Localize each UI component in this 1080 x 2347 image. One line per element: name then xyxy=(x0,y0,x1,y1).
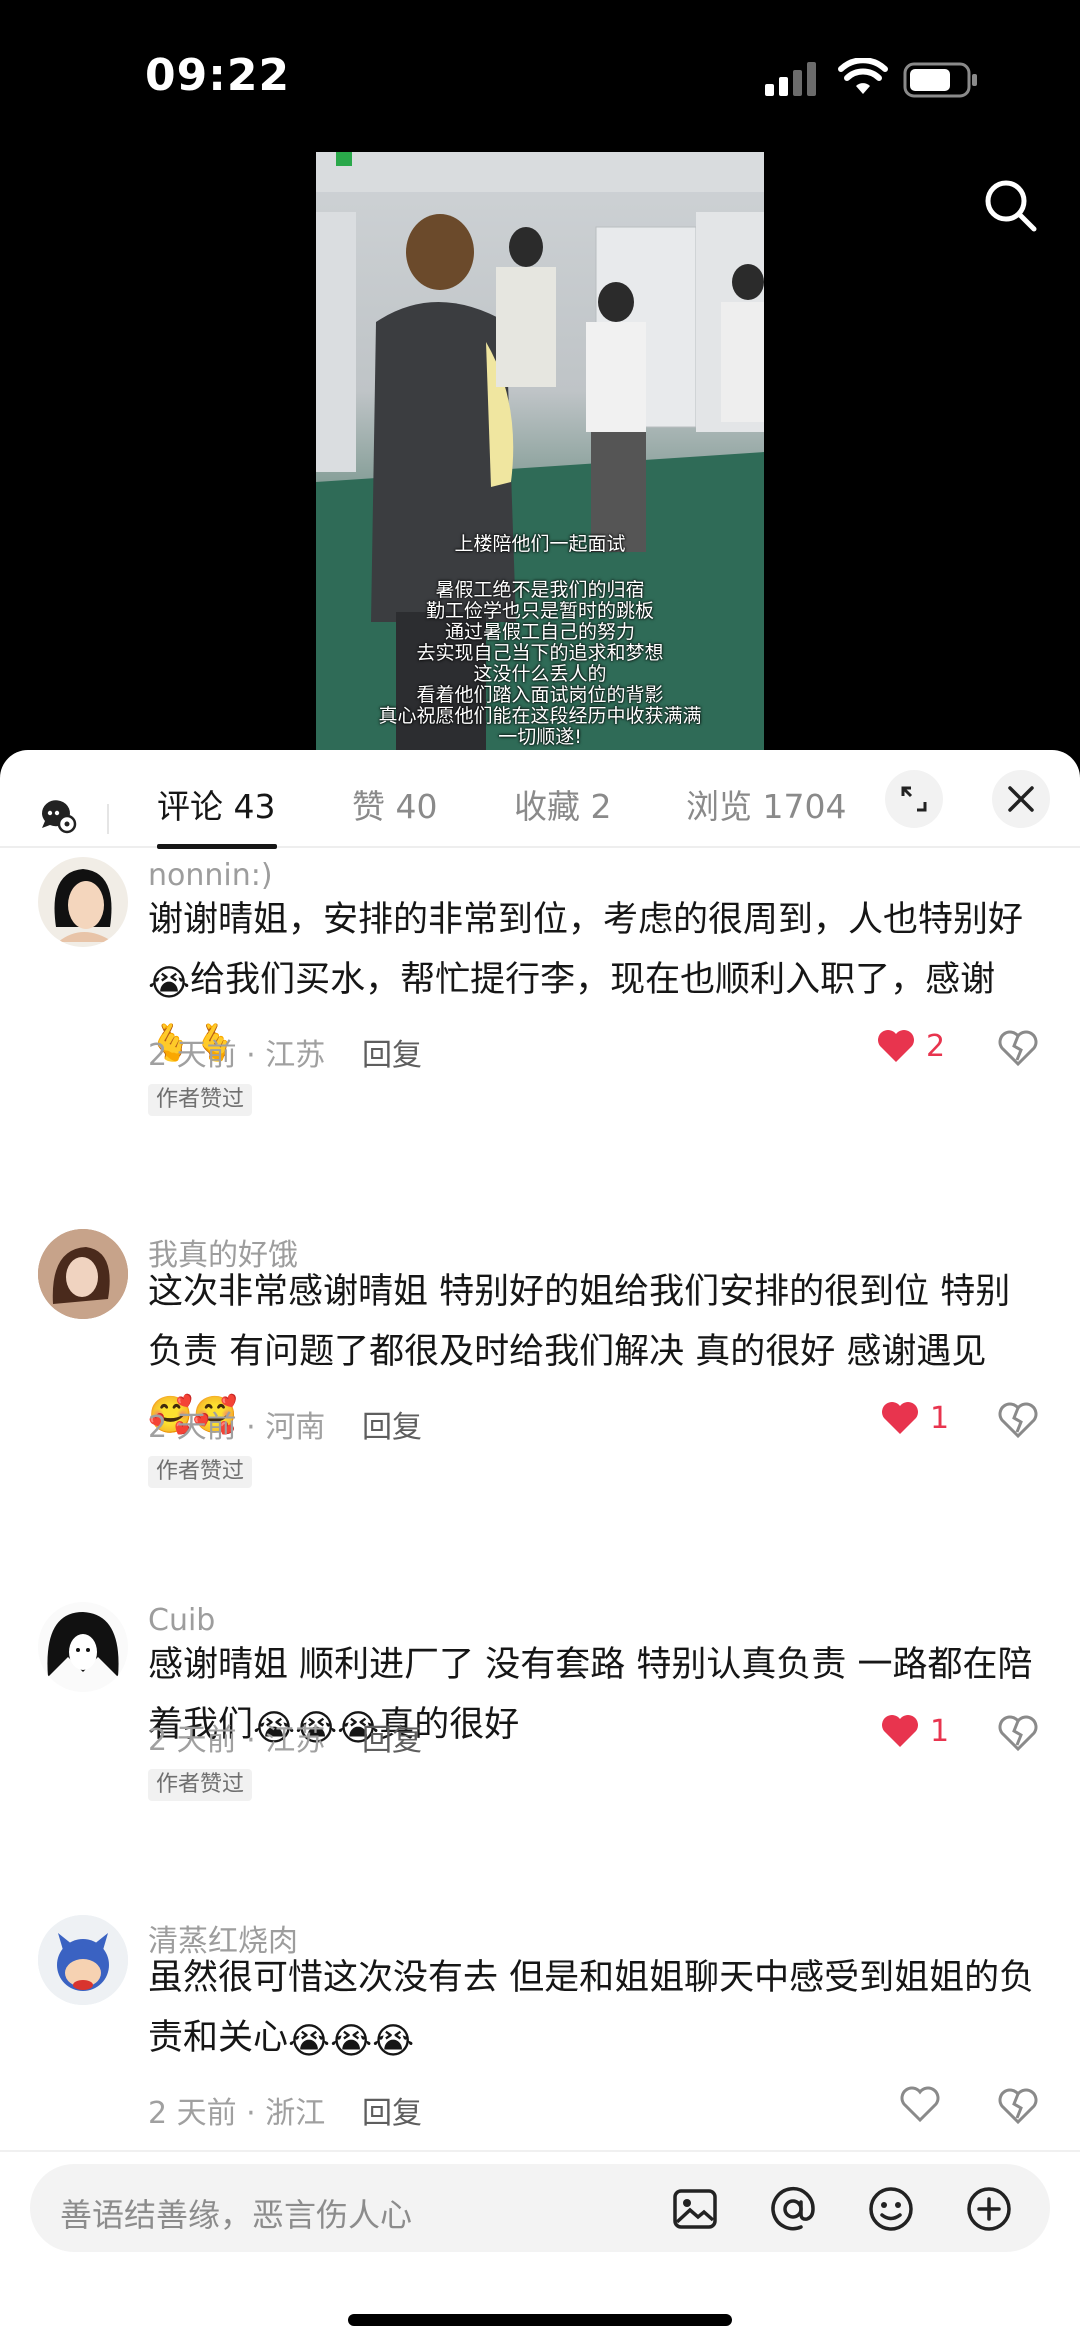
tab-comments[interactable]: 评论 43 xyxy=(157,780,275,828)
author-liked-badge: 作者赞过 xyxy=(148,1456,253,1488)
dislike-icon[interactable] xyxy=(998,1400,1038,1440)
avatar[interactable] xyxy=(38,857,128,947)
reply-button[interactable]: 回复 xyxy=(362,1715,422,1759)
like-button[interactable]: 1 xyxy=(880,1400,949,1436)
video-frame[interactable]: 上楼陪他们一起面试 暑假工绝不是我们的归宿 勤工俭学也只是暂时的跳板 通过暑假工… xyxy=(316,152,764,750)
at-icon[interactable] xyxy=(768,2184,818,2234)
clock: 09:22 xyxy=(145,50,291,101)
cellular-signal-icon xyxy=(765,62,816,96)
reply-button[interactable]: 回复 xyxy=(362,2088,422,2132)
comment-input-placeholder: 善语结善缘，恶言伤人心 xyxy=(60,2196,413,2234)
comment-username[interactable]: nonnin:) xyxy=(148,858,273,893)
home-indicator[interactable] xyxy=(348,2314,732,2326)
avatar[interactable] xyxy=(38,1229,128,1319)
plus-icon[interactable] xyxy=(964,2184,1014,2234)
like-count: 1 xyxy=(930,1400,950,1436)
comment-input[interactable]: 善语结善缘，恶言伤人心 xyxy=(30,2164,1050,2252)
avatar[interactable] xyxy=(38,1602,128,1692)
tab-favorites[interactable]: 收藏 2 xyxy=(514,780,612,828)
author-liked-badge: 作者赞过 xyxy=(148,1769,253,1801)
search-icon[interactable] xyxy=(980,175,1040,235)
comment-time-location: 2 天前 · 河南 xyxy=(148,1410,326,1445)
dislike-icon[interactable] xyxy=(998,1028,1038,1068)
heart-filled-icon xyxy=(882,1402,918,1434)
emoji-icon[interactable] xyxy=(866,2184,916,2234)
comment-time-location: 2 天前 · 江苏 xyxy=(148,1723,326,1758)
expand-button[interactable] xyxy=(885,770,943,828)
comment-text: 虽然很可惜这次没有去 但是和姐姐聊天中感受到姐姐的负责和关心😭😭😭 xyxy=(148,1958,1035,2062)
close-icon xyxy=(1008,786,1034,812)
wifi-icon xyxy=(838,58,888,94)
like-button[interactable] xyxy=(900,2086,940,2122)
image-icon[interactable] xyxy=(670,2184,720,2234)
close-button[interactable] xyxy=(992,770,1050,828)
active-tab-indicator xyxy=(157,844,277,849)
author-liked-badge: 作者赞过 xyxy=(148,1084,253,1116)
like-button[interactable]: 1 xyxy=(880,1713,949,1749)
avatar[interactable] xyxy=(38,1915,128,2005)
dislike-icon[interactable] xyxy=(998,2086,1038,2126)
comment-panel: 评论 43 赞 40 收藏 2 浏览 1704 nonnin:) 谢谢晴姐，安排… xyxy=(0,750,1080,2347)
expand-icon xyxy=(901,786,927,812)
tab-views[interactable]: 浏览 1704 xyxy=(686,780,846,828)
heart-outline-icon xyxy=(900,2086,940,2122)
comment-time-location: 2 天前 · 江苏 xyxy=(148,1038,326,1073)
comment-tabs: 评论 43 赞 40 收藏 2 浏览 1704 xyxy=(0,750,1080,849)
like-count: 1 xyxy=(930,1713,950,1749)
video-player[interactable]: 上楼陪他们一起面试 暑假工绝不是我们的归宿 勤工俭学也只是暂时的跳板 通过暑假工… xyxy=(0,150,1080,750)
dislike-icon[interactable] xyxy=(998,1713,1038,1753)
heart-filled-icon xyxy=(882,1715,918,1747)
battery-icon xyxy=(903,62,977,98)
video-caption-title: 上楼陪他们一起面试 xyxy=(454,533,626,555)
tab-likes[interactable]: 赞 40 xyxy=(352,780,437,828)
reply-button[interactable]: 回复 xyxy=(362,1402,422,1446)
reply-button[interactable]: 回复 xyxy=(362,1030,422,1074)
comment-settings-icon[interactable] xyxy=(38,794,78,834)
video-caption-body: 暑假工绝不是我们的归宿 勤工俭学也只是暂时的跳板 通过暑假工自己的努力 去实现自… xyxy=(378,579,702,748)
heart-filled-icon xyxy=(878,1030,914,1062)
status-bar: 09:22 xyxy=(0,0,1080,150)
tab-divider xyxy=(107,804,109,834)
like-count: 2 xyxy=(926,1028,946,1064)
comment-time-location: 2 天前 · 浙江 xyxy=(148,2096,326,2131)
comment-username[interactable]: Cuib xyxy=(148,1603,215,1638)
like-button[interactable]: 2 xyxy=(876,1028,945,1064)
